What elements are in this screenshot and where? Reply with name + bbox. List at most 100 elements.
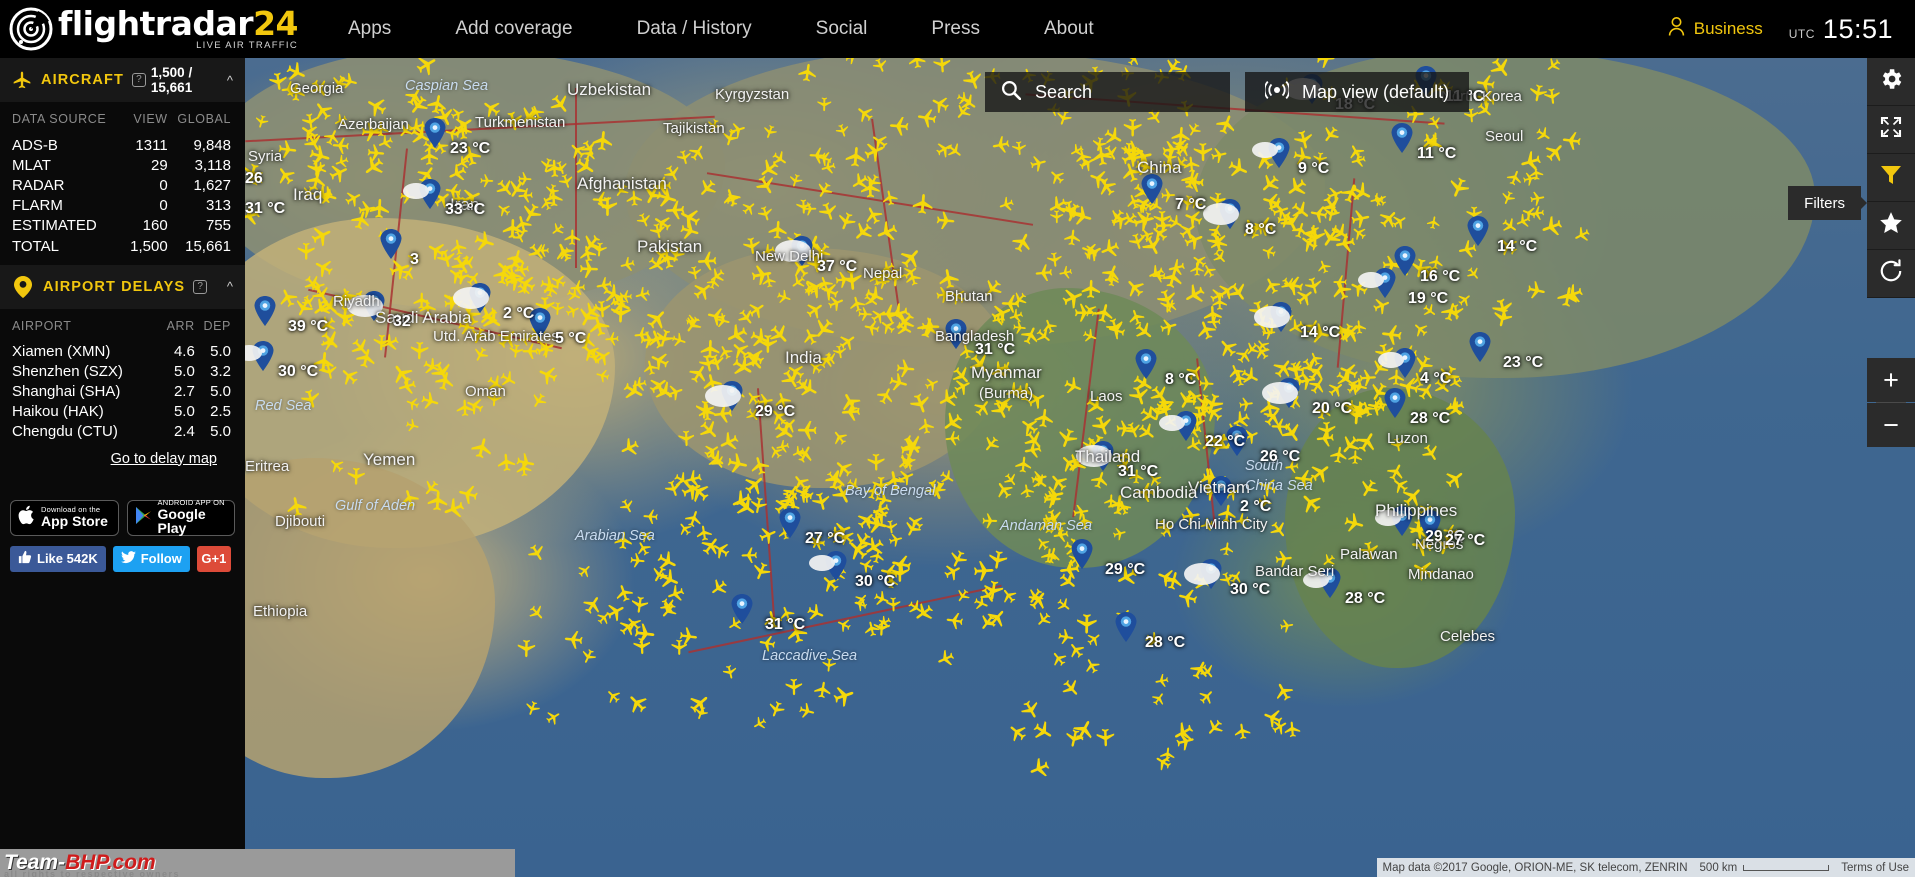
aircraft-marker[interactable] [632, 537, 655, 560]
aircraft-marker[interactable] [888, 551, 915, 578]
aircraft-marker[interactable] [904, 596, 928, 620]
aircraft-marker[interactable] [1258, 402, 1288, 432]
table-row[interactable]: Shenzhen (SZX) 5.0 3.2 [12, 362, 231, 382]
aircraft-marker[interactable] [1111, 561, 1143, 593]
aircraft-marker[interactable] [655, 598, 682, 625]
aircraft-marker[interactable] [1357, 368, 1378, 389]
aircraft-marker[interactable] [856, 554, 878, 576]
aircraft-marker[interactable] [867, 546, 887, 566]
aircraft-marker[interactable] [618, 375, 650, 407]
aircraft-marker[interactable] [646, 562, 672, 588]
aircraft-marker[interactable] [1227, 406, 1254, 433]
aircraft-marker[interactable] [740, 546, 759, 565]
weather-station-pin[interactable] [1210, 476, 1232, 506]
table-row[interactable]: Haikou (HAK) 5.0 2.5 [12, 402, 231, 422]
app-store-button[interactable]: Download on the App Store [10, 499, 119, 536]
aircraft-marker[interactable] [516, 638, 537, 659]
aircraft-marker[interactable] [694, 523, 715, 544]
aircraft-marker[interactable] [903, 509, 929, 535]
aircraft-marker[interactable] [862, 618, 883, 639]
aircraft-marker[interactable] [1221, 482, 1243, 504]
map-view-selector[interactable]: Map view (default) [1245, 72, 1470, 112]
aircraft-marker[interactable] [944, 546, 971, 573]
aircraft-marker[interactable] [825, 524, 846, 545]
twitter-follow-button[interactable]: Follow [112, 545, 190, 572]
aircraft-marker[interactable] [1267, 382, 1289, 404]
aircraft-marker[interactable] [1064, 638, 1090, 664]
aircraft-marker[interactable] [1283, 719, 1303, 739]
aircraft-marker[interactable] [1158, 745, 1177, 764]
aircraft-marker[interactable] [664, 582, 689, 607]
aircraft-marker[interactable] [809, 488, 835, 514]
aircraft-marker[interactable] [1221, 418, 1248, 445]
aircraft-marker[interactable] [677, 475, 708, 506]
aircraft-marker[interactable] [1218, 540, 1236, 558]
aircraft-marker[interactable] [1194, 684, 1219, 709]
aircraft-marker[interactable] [1270, 417, 1290, 437]
aircraft-marker[interactable] [521, 697, 542, 718]
aircraft-marker[interactable] [765, 697, 789, 721]
aircraft-marker[interactable] [851, 589, 872, 610]
aircraft-marker[interactable] [1075, 612, 1099, 636]
aircraft-marker[interactable] [1031, 608, 1055, 632]
aircraft-marker[interactable] [680, 467, 705, 492]
aircraft-marker[interactable] [1016, 695, 1045, 724]
aircraft-marker[interactable] [944, 610, 966, 632]
aircraft-marker[interactable] [574, 559, 596, 581]
aircraft-marker[interactable] [821, 657, 838, 674]
aircraft-marker[interactable] [1285, 358, 1308, 381]
aircraft-marker[interactable] [882, 518, 900, 536]
aircraft-marker[interactable] [775, 602, 797, 624]
aircraft-marker[interactable] [696, 530, 726, 560]
aircraft-marker[interactable] [524, 601, 549, 626]
aircraft-marker[interactable] [883, 573, 900, 590]
weather-station-pin[interactable] [1200, 559, 1222, 589]
aircraft-marker[interactable] [601, 684, 624, 707]
refresh-button[interactable] [1867, 250, 1915, 298]
aircraft-marker[interactable] [561, 628, 584, 651]
aircraft-marker[interactable] [628, 552, 647, 571]
aircraft-marker[interactable] [1079, 654, 1103, 678]
aircraft-marker[interactable] [1261, 324, 1278, 341]
aircraft-marker[interactable] [900, 516, 926, 542]
aircraft-marker[interactable] [1323, 376, 1349, 402]
nav-link-social[interactable]: Social [784, 18, 900, 40]
aircraft-marker[interactable] [847, 527, 877, 557]
aircraft-marker[interactable] [798, 489, 814, 505]
aircraft-marker[interactable] [1236, 363, 1264, 391]
aircraft-marker[interactable] [524, 539, 551, 566]
nav-link-press[interactable]: Press [899, 18, 1012, 40]
aircraft-marker[interactable] [1295, 368, 1320, 393]
aircraft-marker[interactable] [828, 563, 850, 585]
brand-logo[interactable]: flightradar24 LIVE AIR TRAFFIC [0, 6, 299, 52]
aircraft-marker[interactable] [705, 574, 732, 601]
aircraft-marker[interactable] [863, 509, 892, 538]
aircraft-marker[interactable] [621, 611, 646, 636]
aircraft-marker[interactable] [1296, 353, 1323, 380]
table-row[interactable]: Xiamen (XMN) 4.6 5.0 [12, 342, 231, 362]
aircraft-marker[interactable] [971, 558, 996, 583]
aircraft-marker[interactable] [1216, 569, 1238, 591]
go-to-delay-map-link[interactable]: Go to delay map [111, 451, 217, 467]
table-row[interactable]: Shanghai (SHA) 2.7 5.0 [12, 382, 231, 402]
aircraft-marker[interactable] [652, 546, 682, 576]
business-account-button[interactable]: Business [1668, 17, 1763, 41]
aircraft-marker[interactable] [632, 621, 658, 647]
aircraft-marker[interactable] [841, 533, 875, 567]
aircraft-marker[interactable] [1206, 313, 1222, 329]
aircraft-marker[interactable] [1256, 395, 1282, 421]
nav-link-add-coverage[interactable]: Add coverage [423, 18, 604, 40]
aircraft-marker[interactable] [1232, 721, 1253, 742]
aircraft-marker[interactable] [720, 662, 739, 681]
aircraft-marker[interactable] [1153, 564, 1180, 591]
zoom-out-button[interactable]: − [1867, 403, 1915, 447]
settings-button[interactable] [1867, 58, 1915, 106]
aircraft-marker[interactable] [1023, 585, 1054, 616]
aircraft-marker[interactable] [1278, 380, 1304, 406]
aircraft-marker[interactable] [1148, 688, 1170, 710]
aircraft-marker[interactable] [975, 609, 1001, 635]
aircraft-marker[interactable] [1267, 353, 1298, 384]
aircraft-marker[interactable] [796, 700, 818, 722]
aircraft-marker[interactable] [1024, 753, 1054, 783]
weather-station-pin[interactable] [825, 551, 847, 581]
